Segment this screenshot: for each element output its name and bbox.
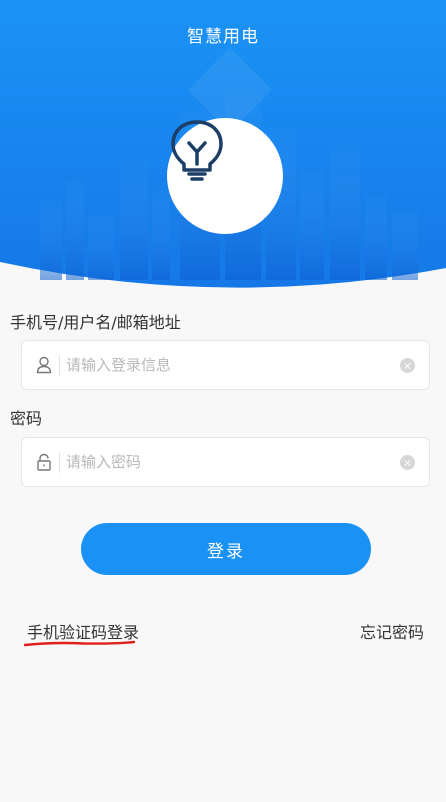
clear-username-icon[interactable] bbox=[400, 358, 415, 373]
username-input[interactable] bbox=[66, 351, 386, 379]
app-title: 智慧用电 bbox=[187, 27, 259, 47]
password-input[interactable] bbox=[66, 448, 386, 476]
password-label: 密码 bbox=[10, 409, 43, 428]
lightbulb-icon bbox=[171, 120, 223, 181]
field-divider bbox=[59, 452, 60, 473]
password-field-container bbox=[21, 437, 430, 487]
username-field-container bbox=[21, 340, 430, 390]
clear-password-icon[interactable] bbox=[400, 455, 415, 470]
user-icon bbox=[36, 356, 52, 374]
login-button[interactable]: 登录 bbox=[81, 523, 371, 575]
app-logo bbox=[167, 118, 283, 234]
header-banner: 智慧用电 bbox=[0, 0, 446, 300]
username-label: 手机号/用户名/邮箱地址 bbox=[10, 313, 181, 332]
field-divider bbox=[59, 355, 60, 376]
lock-icon bbox=[37, 453, 51, 471]
forgot-password-link[interactable]: 忘记密码 bbox=[360, 619, 424, 643]
annotation-underline bbox=[24, 640, 136, 647]
